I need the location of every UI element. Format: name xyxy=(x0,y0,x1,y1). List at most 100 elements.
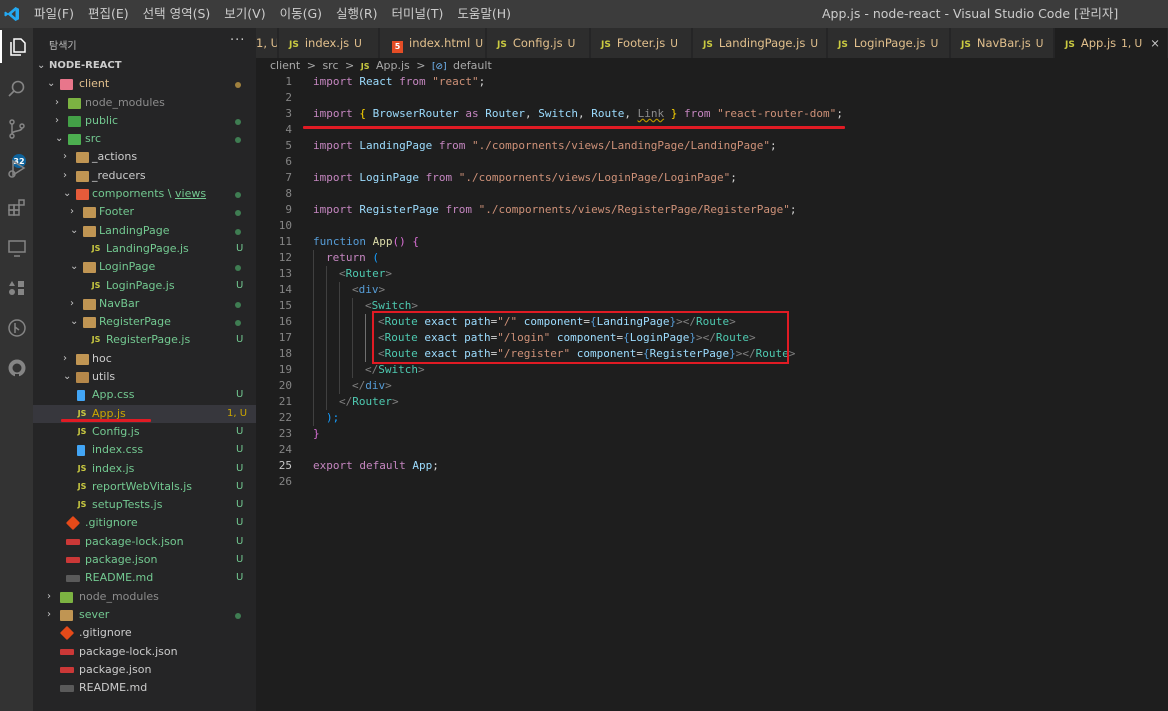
tree-file-reportwebvitals-js[interactable]: JS reportWebVitals.js U xyxy=(33,478,256,496)
tok: Router xyxy=(485,107,525,120)
tree-folder-loginpage[interactable]: ⌄ LoginPage xyxy=(33,258,256,276)
tree-file-loginpage-js[interactable]: JS LoginPage.js U xyxy=(33,277,256,295)
tok: Route xyxy=(591,107,625,120)
tree-file-root-gitignore[interactable]: .gitignore xyxy=(33,624,256,642)
tree-folder-hoc[interactable]: › hoc xyxy=(33,350,256,368)
tab-status: U xyxy=(930,38,939,50)
tok: </ xyxy=(339,395,353,408)
run-debug-icon[interactable] xyxy=(0,151,33,184)
menu-view[interactable]: 보기(V) xyxy=(217,0,272,28)
tab-loginpage-js[interactable]: JS LoginPage.js U xyxy=(828,28,950,58)
tab-overflow[interactable]: 1, U xyxy=(256,28,278,58)
tree-folder-src[interactable]: ⌄ src xyxy=(33,130,256,148)
chevron-right-icon: › xyxy=(70,206,74,218)
breadcrumb-src[interactable]: src xyxy=(322,59,338,72)
tree-folder-compornents-views[interactable]: ⌄ compornents \ views xyxy=(33,185,256,203)
line-number: 23 xyxy=(278,427,292,440)
tree-file-config-js[interactable]: JS Config.js U xyxy=(33,423,256,441)
tree-folder-utils[interactable]: ⌄ utils xyxy=(33,368,256,386)
line-number: 24 xyxy=(278,443,292,456)
breadcrumb-separator: > xyxy=(345,59,355,72)
tree-label: Footer xyxy=(99,205,134,219)
menu-selection[interactable]: 선택 영역(S) xyxy=(136,0,218,28)
tab-navbar-js[interactable]: JS NavBar.js U xyxy=(951,28,1054,58)
git-status: U xyxy=(236,535,244,547)
github-icon[interactable] xyxy=(0,351,33,384)
menu-file[interactable]: 파일(F) xyxy=(27,0,81,28)
tab-index-js[interactable]: JS index.js U xyxy=(279,28,379,58)
menu-go[interactable]: 이동(G) xyxy=(273,0,329,28)
tab-status: 1, U xyxy=(1121,38,1143,50)
tok: RegisterPage xyxy=(352,203,446,216)
tree-file-index-css[interactable]: index.css U xyxy=(33,441,256,459)
tree-folder-footer[interactable]: › Footer xyxy=(33,203,256,221)
testing-icon[interactable] xyxy=(0,271,33,304)
tree-folder-registerpage[interactable]: ⌄ RegisterPage xyxy=(33,313,256,331)
tree-file-landingpage-js[interactable]: JS LandingPage.js U xyxy=(33,240,256,258)
tree-file-setuptests-js[interactable]: JS setupTests.js U xyxy=(33,496,256,514)
tree-file-root-readme[interactable]: README.md xyxy=(33,679,256,697)
extensions-icon[interactable] xyxy=(0,191,33,224)
tok: from xyxy=(445,203,472,216)
file-tree: ⌄ NODE-REACT ⌄ client › node_modules › p… xyxy=(33,57,256,697)
tree-folder-client[interactable]: ⌄ client xyxy=(33,75,256,93)
tree-file-app-css[interactable]: App.css U xyxy=(33,386,256,404)
line-number: 4 xyxy=(285,123,292,136)
title-bar: 파일(F) 편집(E) 선택 영역(S) 보기(V) 이동(G) 실행(R) 터… xyxy=(0,0,1168,28)
explorer-icon[interactable] xyxy=(0,30,33,63)
tree-label: package-lock.json xyxy=(79,644,178,658)
breadcrumb-default[interactable]: default xyxy=(453,59,492,72)
breadcrumb-client[interactable]: client xyxy=(270,59,300,72)
tok: Router xyxy=(345,267,386,280)
close-icon[interactable]: × xyxy=(1150,36,1160,50)
menu-run[interactable]: 실행(R) xyxy=(329,0,384,28)
tree-file-client-gitignore[interactable]: .gitignore U xyxy=(33,514,256,532)
tree-file-registerpage-js[interactable]: JS RegisterPage.js U xyxy=(33,331,256,349)
line-number: 8 xyxy=(285,187,292,200)
tab-index-html[interactable]: 5 index.html U xyxy=(380,28,486,58)
markdown-file-icon xyxy=(60,685,74,693)
tree-folder-public[interactable]: › public xyxy=(33,112,256,130)
breadcrumb-app-js[interactable]: App.js xyxy=(376,59,410,72)
menu-terminal[interactable]: 터미널(T) xyxy=(385,0,451,28)
tree-file-index-js[interactable]: JS index.js U xyxy=(33,460,256,478)
tree-file-client-package-lock[interactable]: package-lock.json U xyxy=(33,533,256,551)
sidebar-header: 탐색기 ··· xyxy=(33,28,256,58)
tab-app-js[interactable]: JS App.js 1, U × xyxy=(1055,28,1168,58)
tree-file-root-package[interactable]: package.json xyxy=(33,661,256,679)
line-number: 7 xyxy=(285,171,292,184)
git-graph-icon[interactable] xyxy=(0,311,33,344)
chevron-down-icon: ⌄ xyxy=(37,60,46,71)
remote-explorer-icon[interactable] xyxy=(0,231,33,264)
tab-label: index.html xyxy=(409,36,471,50)
source-control-icon[interactable] xyxy=(0,112,33,145)
tree-folder-sever[interactable]: › sever xyxy=(33,606,256,624)
tree-file-client-readme[interactable]: README.md U xyxy=(33,569,256,587)
tab-footer-js[interactable]: JS Footer.js U xyxy=(591,28,692,58)
tab-label: Footer.js xyxy=(616,36,666,50)
tree-folder-node-modules[interactable]: › node_modules xyxy=(33,94,256,112)
tab-status: U xyxy=(810,38,819,50)
tree-file-root-package-lock[interactable]: package-lock.json xyxy=(33,643,256,661)
workspace-root[interactable]: ⌄ NODE-REACT xyxy=(33,57,256,75)
tree-folder-reducers[interactable]: › _reducers xyxy=(33,167,256,185)
modified-dot xyxy=(235,82,241,89)
search-icon[interactable] xyxy=(0,72,33,105)
tree-label: utils xyxy=(92,370,116,384)
code-editor[interactable]: 1 2 3 4 5 6 7 8 9 10 11 12 13 14 15 16 17 18 19 20 21 22 23 24 2… xyxy=(256,74,1168,711)
tab-landingpage-js[interactable]: JS LandingPage.js U xyxy=(693,28,827,58)
tab-config-js[interactable]: JS Config.js U xyxy=(487,28,590,58)
tok: from xyxy=(425,171,453,184)
tree-folder-landingpage[interactable]: ⌄ LandingPage xyxy=(33,222,256,240)
menu-edit[interactable]: 편집(E) xyxy=(81,0,136,28)
more-actions-icon[interactable]: ··· xyxy=(230,33,245,48)
tree-folder-actions[interactable]: › _actions xyxy=(33,148,256,166)
tree-folder-root-node-modules[interactable]: › node_modules xyxy=(33,588,256,606)
tok: < xyxy=(352,283,359,296)
menu-help[interactable]: 도움말(H) xyxy=(450,0,518,28)
folder-label: views xyxy=(175,187,207,201)
html-file-icon: 5 xyxy=(392,41,403,53)
tree-file-client-package[interactable]: package.json U xyxy=(33,551,256,569)
tree-label: package.json xyxy=(79,662,152,676)
tree-folder-navbar[interactable]: › NavBar xyxy=(33,295,256,313)
